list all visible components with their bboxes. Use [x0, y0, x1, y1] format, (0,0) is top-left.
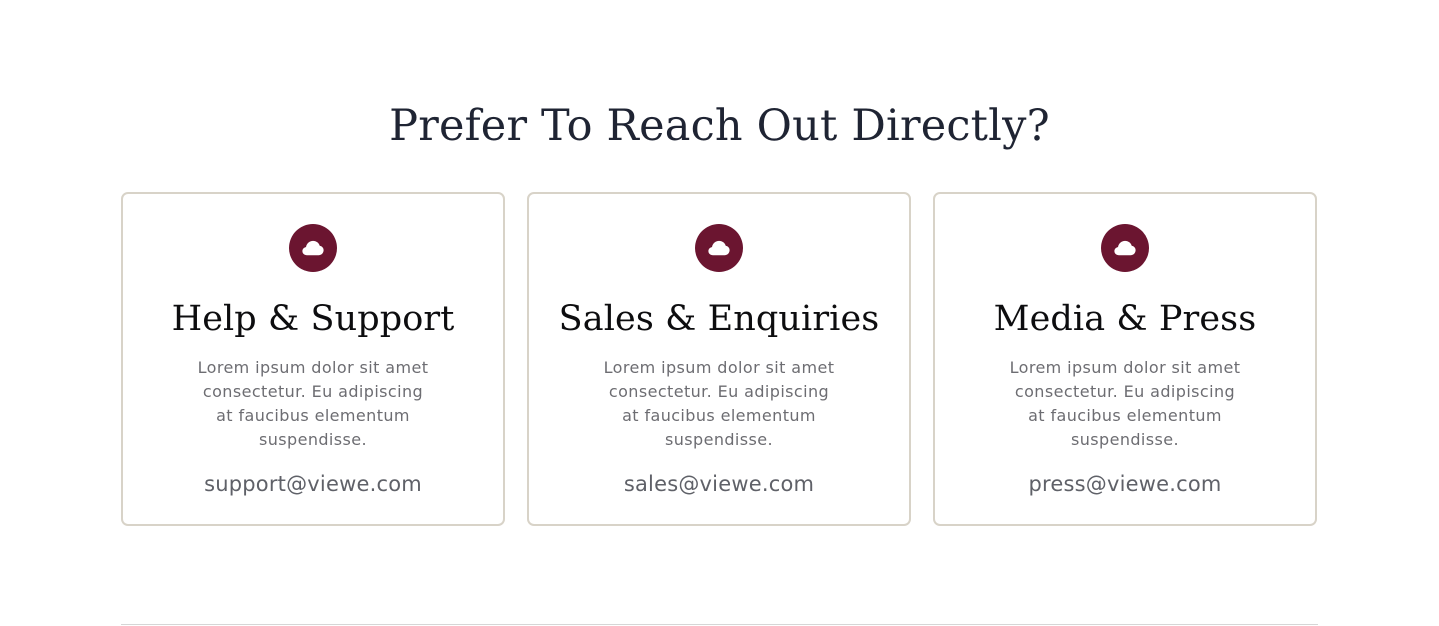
- card-title: Sales & Enquiries: [558, 299, 880, 339]
- card-description: Lorem ipsum dolor sit amet consectetur. …: [603, 358, 835, 449]
- card-title: Help & Support: [171, 299, 455, 339]
- press-email-link[interactable]: press@viewe.com: [1028, 470, 1221, 498]
- support-card[interactable]: Help & Support Lorem ipsum dolor sit ame…: [121, 192, 505, 526]
- cloud-icon: [1101, 224, 1149, 272]
- cloud-icon: [695, 224, 743, 272]
- press-card[interactable]: Media & Press Lorem ipsum dolor sit amet…: [933, 192, 1317, 526]
- card-description: Lorem ipsum dolor sit amet consectetur. …: [197, 358, 429, 449]
- section-heading: Prefer To Reach Out Directly?: [389, 101, 1050, 151]
- sales-email-link[interactable]: sales@viewe.com: [624, 470, 814, 498]
- sales-card[interactable]: Sales & Enquiries Lorem ipsum dolor sit …: [527, 192, 911, 526]
- section-divider: [121, 624, 1318, 625]
- cloud-icon: [289, 224, 337, 272]
- support-email-link[interactable]: support@viewe.com: [204, 470, 422, 498]
- card-title: Media & Press: [993, 299, 1257, 339]
- contact-cards: Help & Support Lorem ipsum dolor sit ame…: [121, 192, 1318, 526]
- card-description: Lorem ipsum dolor sit amet consectetur. …: [1009, 358, 1241, 449]
